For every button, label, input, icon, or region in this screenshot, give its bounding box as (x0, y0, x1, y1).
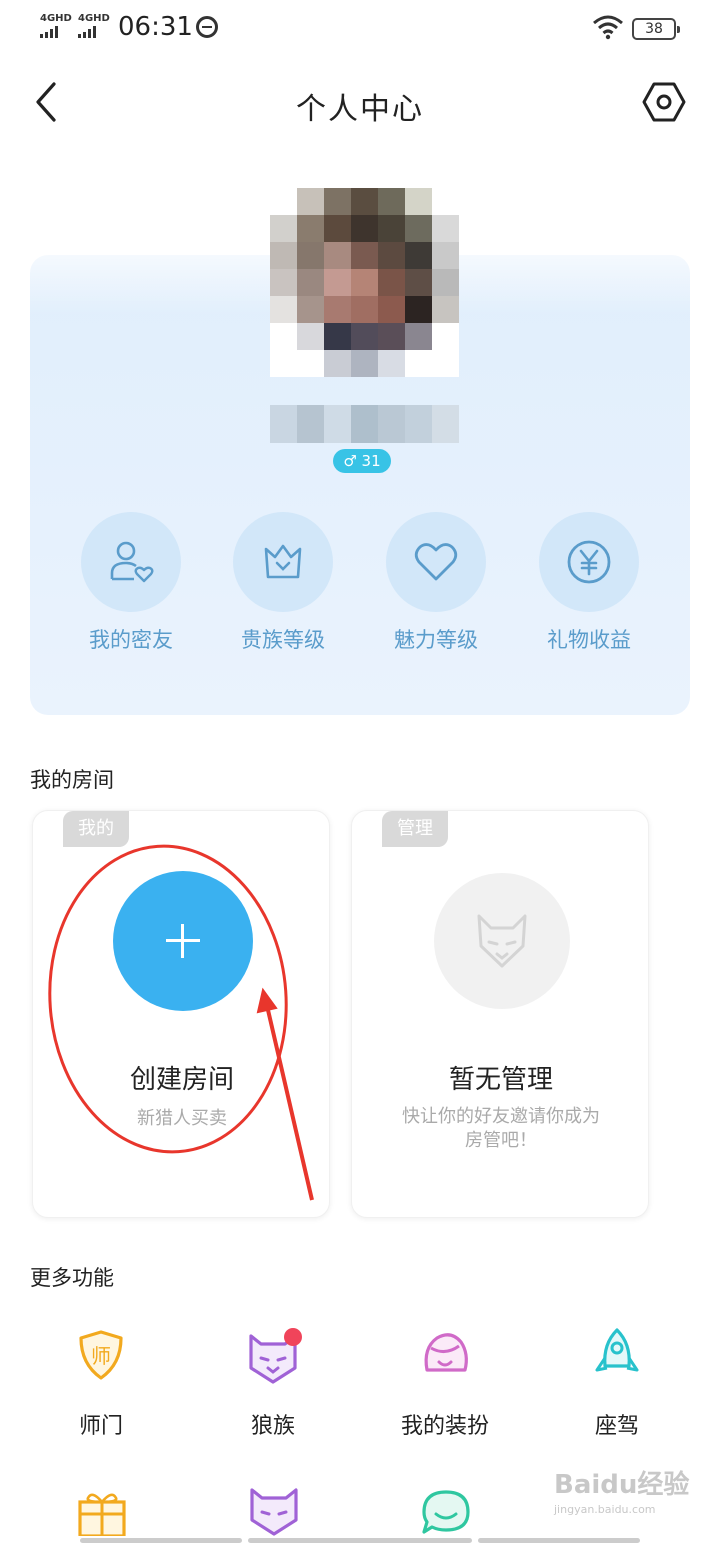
wolf-icon[interactable] (244, 1484, 304, 1536)
baidu-watermark: Baidu经验 jingyan.baidu.com (554, 1464, 694, 1534)
quick-action-label: 礼物收益 (547, 628, 631, 652)
watermark-brand: Baidu经验 (554, 1470, 690, 1500)
user-heart-icon (110, 541, 154, 583)
bottom-scroll-indicator (0, 1536, 720, 1544)
no-managed-title: 暂无管理 (448, 1065, 553, 1095)
quick-action-label: 魅力等级 (394, 628, 478, 652)
signal-label-2: 4GHD (78, 13, 110, 24)
func-mentor[interactable]: 师 师门 (26, 1326, 176, 1446)
page-title: 个人中心 (296, 92, 424, 127)
battery-indicator: 38 (632, 18, 680, 40)
room-tag-managed: 管理 (382, 811, 448, 847)
my-rooms-title: 我的房间 (30, 768, 114, 792)
mentor-shield-icon: 师 (79, 1330, 123, 1380)
func-label: 师门 (78, 1414, 123, 1439)
func-my-dress-up[interactable]: 我的装扮 (370, 1326, 520, 1446)
func-label: 座驾 (594, 1414, 639, 1439)
create-room-button[interactable] (113, 871, 253, 1011)
quick-action-circle (539, 512, 639, 612)
notification-dot (284, 1328, 302, 1346)
room-tag-mine: 我的 (63, 811, 129, 847)
quick-action-noble-level[interactable]: 贵族等级 (208, 512, 358, 662)
quick-action-circle (81, 512, 181, 612)
quick-action-circle (233, 512, 333, 612)
func-wolf-clan[interactable]: 狼族 (198, 1326, 348, 1446)
wolf-placeholder-icon (477, 914, 527, 968)
status-time: 06:31 (118, 12, 193, 42)
signal-indicator-1: 4GHD (40, 14, 72, 38)
gift-icon[interactable] (72, 1488, 132, 1536)
avatar[interactable] (270, 188, 459, 378)
func-mount[interactable]: 座驾 (542, 1326, 692, 1446)
quick-action-charm-level[interactable]: 魅力等级 (361, 512, 511, 662)
my-room-card[interactable]: 我的 创建房间 新猎人买卖 (32, 810, 330, 1218)
rocket-icon (595, 1328, 639, 1372)
create-room-title: 创建房间 (129, 1065, 234, 1095)
dress-up-face-icon (424, 1333, 468, 1372)
crown-icon (264, 544, 302, 579)
quick-action-circle (386, 512, 486, 612)
yen-circle-icon (567, 540, 611, 584)
empty-wolf-placeholder (434, 873, 570, 1009)
status-bar: 4GHD 4GHD 06:31 38 (0, 0, 720, 58)
page-header: 个人中心 (0, 60, 720, 144)
chat-bubble-icon[interactable] (416, 1486, 476, 1536)
more-functions-title: 更多功能 (30, 1266, 114, 1290)
nickname-blurred (270, 405, 459, 443)
signal-label-1: 4GHD (40, 13, 72, 24)
quick-action-gift-income[interactable]: 礼物收益 (514, 512, 664, 662)
quick-action-label: 我的密友 (89, 628, 173, 652)
create-room-subtitle: 新猎人买卖 (137, 1108, 227, 1129)
heart-icon (414, 543, 458, 581)
wifi-icon (593, 15, 623, 40)
svg-text:师: 师 (91, 1344, 111, 1368)
func-label: 狼族 (250, 1414, 295, 1439)
gender-age-badge: ♂ 31 (333, 449, 391, 473)
settings-icon[interactable] (640, 78, 688, 126)
no-managed-subtitle-line1: 快让你的好友邀请你成为 (402, 1106, 600, 1127)
quick-action-label: 贵族等级 (241, 628, 325, 652)
message-notification-icon (196, 16, 218, 38)
quick-action-friends[interactable]: 我的密友 (56, 512, 206, 662)
signal-indicator-2: 4GHD (78, 14, 110, 38)
managed-room-card[interactable]: 管理 暂无管理 快让你的好友邀请你成为 房管吧！ (351, 810, 649, 1218)
watermark-url: jingyan.baidu.com (554, 1503, 656, 1516)
func-label: 我的装扮 (400, 1414, 489, 1439)
no-managed-subtitle-line2: 房管吧！ (465, 1130, 537, 1151)
